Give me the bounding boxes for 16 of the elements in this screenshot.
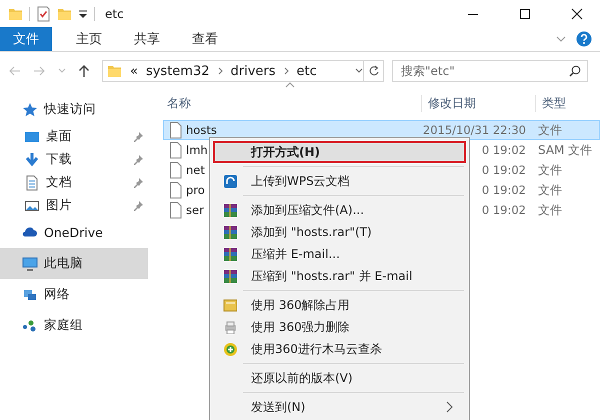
file-type: 文件 <box>537 162 562 178</box>
file-type: 文件 <box>537 202 562 218</box>
file-name: pro <box>186 183 205 197</box>
file-type: 文件 <box>537 122 562 138</box>
file-name: net <box>186 163 205 177</box>
file-type: SAM 文件 <box>537 142 592 158</box>
modified-date: 0 19:02 <box>480 203 526 217</box>
file-name: ser <box>186 203 204 217</box>
modified-date: 2015/10/31 22:30 <box>422 123 526 137</box>
file-type: 文件 <box>537 182 562 198</box>
modified-date: 0 19:02 <box>480 163 526 177</box>
modified-date: 0 19:02 <box>480 183 526 197</box>
modified-date: 0 19:02 <box>480 143 526 157</box>
window-title: etc <box>105 6 124 20</box>
file-name: lmh <box>186 143 208 157</box>
file-name: hosts <box>186 123 217 137</box>
